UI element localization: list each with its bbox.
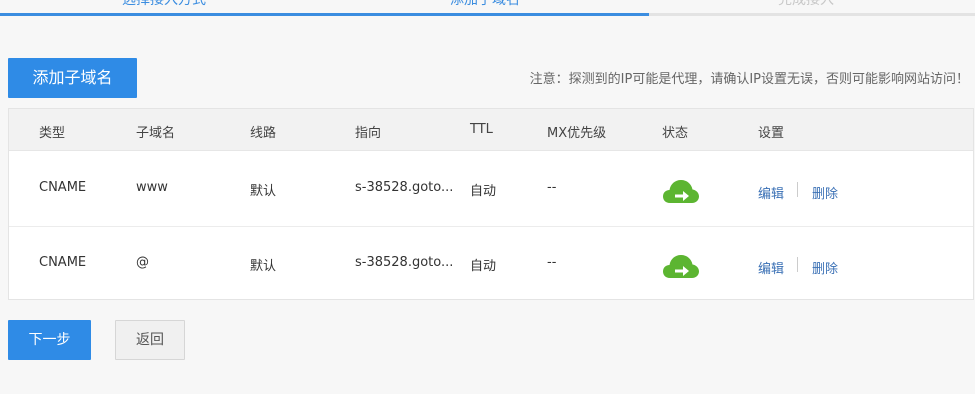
back-button[interactable]: 返回 bbox=[115, 320, 185, 360]
add-subdomain-button[interactable]: 添加子域名 bbox=[8, 58, 137, 98]
divider bbox=[797, 257, 798, 272]
divider bbox=[797, 182, 798, 197]
progress-line-completed bbox=[0, 13, 649, 16]
dns-records-table: 类型 子域名 线路 指向 TTL MX优先级 状态 设置 CNAME www 默… bbox=[8, 108, 974, 300]
proxy-warning-notice: 注意：探测到的IP可能是代理，请确认IP设置无误，否则可能影响网站访问！ bbox=[529, 72, 969, 87]
header-type: 类型 bbox=[39, 126, 66, 141]
table-row: CNAME www 默认 s-38528.goto... 自动 -- 编辑 删除 bbox=[9, 151, 973, 227]
cloud-arrow-icon[interactable] bbox=[663, 254, 699, 279]
cloud-arrow-icon[interactable] bbox=[663, 179, 699, 204]
edit-link[interactable]: 编辑 bbox=[758, 183, 784, 202]
progress-line-remaining bbox=[649, 13, 975, 16]
header-ttl: TTL bbox=[470, 122, 493, 137]
step-add-subdomain: 添加子域名 bbox=[450, 0, 520, 8]
record-subdomain: @ bbox=[136, 255, 149, 270]
header-mx-priority: MX优先级 bbox=[547, 126, 607, 141]
record-type: CNAME bbox=[39, 180, 87, 195]
delete-link[interactable]: 删除 bbox=[812, 258, 838, 277]
record-mx-priority: -- bbox=[547, 180, 557, 195]
table-row: CNAME @ 默认 s-38528.goto... 自动 -- 编辑 删除 bbox=[9, 226, 973, 301]
record-ttl: 自动 bbox=[470, 184, 497, 199]
step-choose-access: 选择接入方式 bbox=[122, 0, 206, 8]
header-status: 状态 bbox=[662, 126, 689, 141]
progress-stepper: 选择接入方式 添加子域名 完成接入 bbox=[0, 0, 975, 18]
header-target: 指向 bbox=[355, 126, 382, 141]
record-ttl: 自动 bbox=[470, 259, 497, 274]
step-complete: 完成接入 bbox=[778, 0, 834, 8]
header-settings: 设置 bbox=[758, 126, 785, 141]
header-line: 线路 bbox=[250, 126, 277, 141]
record-type: CNAME bbox=[39, 255, 87, 270]
record-subdomain: www bbox=[136, 180, 168, 195]
delete-link[interactable]: 删除 bbox=[812, 183, 838, 202]
header-subdomain: 子域名 bbox=[136, 126, 176, 141]
record-line: 默认 bbox=[250, 259, 277, 274]
table-header: 类型 子域名 线路 指向 TTL MX优先级 状态 设置 bbox=[9, 109, 973, 151]
record-target: s-38528.goto... bbox=[355, 255, 454, 270]
record-line: 默认 bbox=[250, 184, 277, 199]
record-target: s-38528.goto... bbox=[355, 180, 454, 195]
record-mx-priority: -- bbox=[547, 255, 557, 270]
edit-link[interactable]: 编辑 bbox=[758, 258, 784, 277]
next-step-button[interactable]: 下一步 bbox=[8, 320, 91, 360]
